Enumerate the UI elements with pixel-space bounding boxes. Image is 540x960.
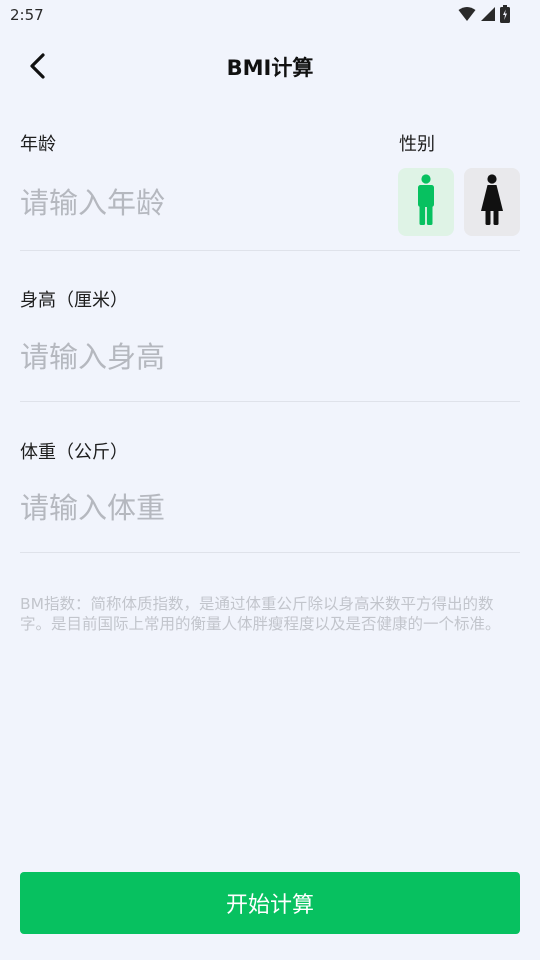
gender-label: 性别	[399, 134, 435, 155]
wifi-icon	[458, 6, 476, 26]
height-divider	[20, 401, 520, 402]
height-label: 身高（厘米）	[20, 290, 128, 311]
battery-icon	[500, 5, 510, 27]
gender-male-button[interactable]	[398, 168, 454, 236]
app-header: BMI计算	[0, 40, 540, 94]
age-divider	[20, 250, 520, 251]
status-bar: 2:57	[0, 0, 540, 32]
start-calculate-button[interactable]: 开始计算	[20, 872, 520, 934]
male-icon	[415, 174, 437, 230]
signal-icon	[480, 6, 496, 26]
gender-female-button[interactable]	[464, 168, 520, 236]
status-time: 2:57	[10, 6, 44, 24]
weight-divider	[20, 552, 520, 553]
weight-label: 体重（公斤）	[20, 442, 128, 463]
age-input[interactable]	[20, 181, 390, 225]
female-icon	[479, 174, 505, 230]
height-input[interactable]	[20, 335, 390, 379]
status-icons	[458, 5, 510, 27]
bmi-description: BM指数：简称体质指数，是通过体重公斤除以身高米数平方得出的数字。是目前国际上常…	[20, 595, 501, 633]
age-label: 年龄	[20, 134, 56, 155]
weight-input[interactable]	[20, 486, 390, 530]
page-title: BMI计算	[226, 56, 314, 80]
